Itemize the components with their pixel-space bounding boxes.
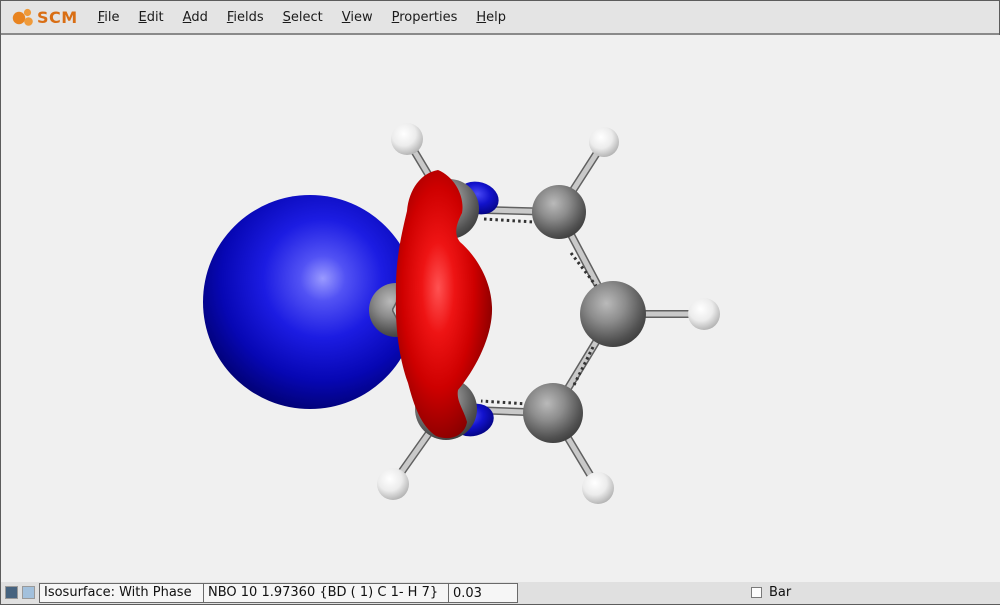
- phase-color-swatch-light[interactable]: [22, 586, 35, 599]
- orbital-select[interactable]: NBO 10 1.97360 {BD ( 1) C 1- H 7}: [203, 583, 449, 603]
- hydrogen-atom-top-left[interactable]: [391, 123, 423, 155]
- menubar: SCM File Edit Add Fields Select View Pro…: [1, 1, 999, 35]
- menu-properties[interactable]: Properties: [390, 7, 460, 28]
- menu-view[interactable]: View: [340, 7, 375, 28]
- hydrogen-atom-bottom-right[interactable]: [582, 472, 614, 504]
- menu-fields[interactable]: Fields: [225, 7, 266, 28]
- hydrogen-atom-right[interactable]: [688, 298, 720, 330]
- scm-logo-dots-icon: [9, 5, 35, 29]
- molecule-3d-viewport[interactable]: [1, 35, 1000, 584]
- carbon-atom-c4[interactable]: [523, 383, 583, 443]
- isovalue-input[interactable]: [448, 583, 518, 603]
- menu-add[interactable]: Add: [181, 7, 210, 28]
- hydrogen-atom-bottom-left[interactable]: [377, 468, 409, 500]
- menu-help[interactable]: Help: [474, 7, 508, 28]
- bar-checkbox-label: Bar: [769, 585, 791, 600]
- carbon-atom-c2[interactable]: [532, 185, 586, 239]
- scm-logo-text: SCM: [37, 8, 78, 27]
- menu-edit[interactable]: Edit: [136, 7, 165, 28]
- isosurface-mode-select[interactable]: Isosurface: With Phase: [39, 583, 204, 603]
- menu-select[interactable]: Select: [281, 7, 325, 28]
- scm-adfview-window: { "window": { "app": "SCM ADF GUI 3D vie…: [0, 0, 1000, 605]
- menu-items: File Edit Add Fields Select View Propert…: [96, 7, 508, 28]
- phase-color-swatch-dark[interactable]: [5, 586, 18, 599]
- hydrogen-atom-top-right[interactable]: [589, 127, 619, 157]
- statusbar: Isosurface: With Phase NBO 10 1.97360 {B…: [1, 582, 1000, 604]
- bar-checkbox[interactable]: [751, 587, 762, 598]
- carbon-atom-c3[interactable]: [580, 281, 646, 347]
- molecule-scene[interactable]: [1, 35, 1000, 584]
- scm-logo: SCM: [9, 5, 78, 29]
- menu-file[interactable]: File: [96, 7, 122, 28]
